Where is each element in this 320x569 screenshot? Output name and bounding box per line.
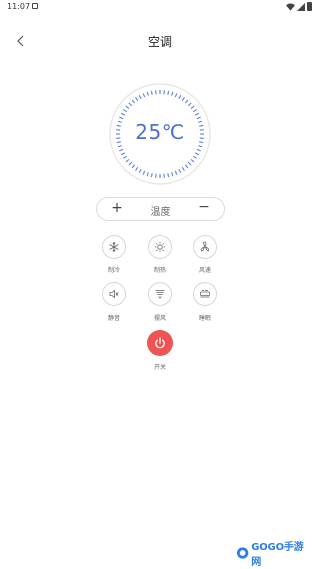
dial-tick [196,148,201,152]
dial-tick [125,158,130,163]
dial-tick [128,102,133,107]
dial-tick [123,155,128,159]
swing-mode-label: 摆风 [153,315,166,322]
dial-tick [131,99,136,104]
power-button[interactable] [147,330,173,356]
dial-tick [146,172,149,177]
speaker-icon [109,289,119,299]
power-icon [155,337,165,349]
fan-speed-label: 风速 [198,267,211,274]
dial-tick [146,91,149,96]
dial-tick [120,152,125,156]
mute-mode-label: 静音 [107,315,120,322]
dial-tick [187,102,192,107]
dial-tick [192,155,197,159]
dial-tick [150,173,153,178]
watermark-text: GOGO手游网 [251,542,304,568]
swing-icon [155,290,165,299]
dial-tick [135,97,139,102]
dial-tick [125,105,130,110]
dial-tick [119,116,124,120]
dial-tick [119,148,124,152]
watermark-logo-icon [236,547,249,559]
dial-tick [150,90,153,95]
dial-tick [178,94,182,99]
cool-mode-label: 制冷 [107,267,120,274]
mute-mode-button[interactable] [102,282,126,306]
heat-mode-button[interactable] [148,235,172,259]
dial-tick [196,116,201,120]
dial-tick [138,94,142,99]
fan-icon [200,241,210,252]
dial-tick [123,109,128,113]
power-label: 开关 [153,364,166,371]
dial-tick [190,105,195,110]
fan-speed-button[interactable] [193,235,217,259]
wifi-icon [286,2,295,11]
status-time: 11:07 [7,2,31,11]
dial-tick [171,91,174,96]
dial-tick [167,90,170,95]
dial-tick [171,172,174,177]
dial-tick [190,158,195,163]
cool-mode-button[interactable] [102,235,126,259]
dial-tick [195,112,200,116]
dial-tick [142,93,146,98]
dial-tick [138,169,142,174]
dial-tick [184,99,189,104]
dial-tick [117,145,122,148]
status-icons [286,2,312,11]
dial-tick [181,97,185,102]
dial-tick [195,152,200,156]
dial-tick [198,145,203,148]
status-bar: 11:07 [0,0,320,14]
dial-tick [131,164,136,169]
dial-tick [120,112,125,116]
notification-icon [32,3,38,9]
temperature-value: 25℃ [135,120,185,144]
sleep-mode-button[interactable] [193,282,217,306]
dial-tick [174,93,178,98]
dial-tick [178,169,182,174]
dial-tick [181,166,185,171]
swing-mode-button[interactable] [148,282,172,306]
battery-icon [307,2,312,11]
dial-tick [167,173,170,178]
signal-icon [297,2,305,11]
dial-tick [184,164,189,169]
temperature-control: + 温度 − [96,197,225,221]
page-title: 空调 [147,35,172,49]
dial-tick [128,161,133,166]
dial-tick [187,161,192,166]
sleep-mode-label: 睡眠 [198,315,211,322]
dial-tick [174,170,178,175]
sun-icon [154,241,166,253]
sleep-icon [200,290,210,298]
watermark: GOGO手游网 [236,542,310,568]
dial-tick [135,166,139,171]
dial-tick [142,170,146,175]
dial-tick [192,109,197,113]
app-bar: 空调 [0,26,320,58]
temperature-decrease-button[interactable]: − [196,199,212,215]
heat-mode-label: 制热 [153,267,166,274]
snowflake-icon [109,242,119,252]
